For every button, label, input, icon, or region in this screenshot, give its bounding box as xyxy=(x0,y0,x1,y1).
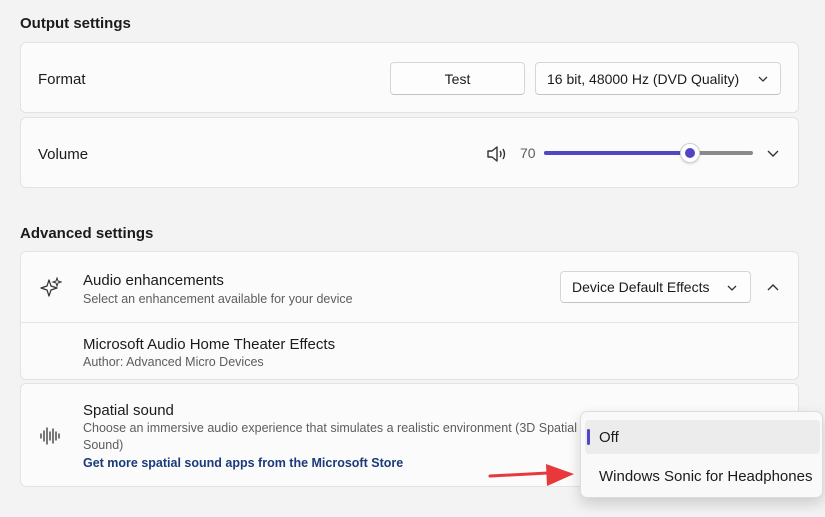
volume-label: Volume xyxy=(38,146,89,163)
test-button-label: Test xyxy=(444,70,471,87)
spatial-sound-desc-line1: Choose an immersive audio experience tha… xyxy=(83,421,577,435)
format-dropdown[interactable]: 16 bit, 48000 Hz (DVD Quality) xyxy=(535,62,781,95)
enhancements-dropdown[interactable]: Device Default Effects xyxy=(560,271,751,303)
spatial-option-windows-sonic-label: Windows Sonic for Headphones xyxy=(599,467,813,485)
audio-enhancements-label: Audio enhancements xyxy=(83,272,224,289)
volume-card: Volume 70 xyxy=(20,117,799,188)
format-label: Format xyxy=(38,71,86,88)
microsoft-store-link[interactable]: Get more spatial sound apps from the Mic… xyxy=(83,456,403,470)
spatial-option-windows-sonic[interactable]: Windows Sonic for Headphones xyxy=(585,459,820,493)
sparkle-icon xyxy=(40,277,62,297)
sound-wave-icon xyxy=(40,427,60,445)
spatial-option-off[interactable]: Off xyxy=(585,420,820,454)
selection-indicator xyxy=(587,429,590,445)
divider xyxy=(21,322,798,323)
volume-value: 70 xyxy=(520,145,536,161)
speaker-icon[interactable] xyxy=(486,144,510,164)
audio-enhancements-sub: Select an enhancement available for your… xyxy=(83,292,353,306)
format-card: Format Test 16 bit, 48000 Hz (DVD Qualit… xyxy=(20,42,799,113)
spatial-sound-menu: Off Windows Sonic for Headphones xyxy=(580,411,823,498)
chevron-down-icon xyxy=(727,285,737,291)
volume-slider-thumb[interactable] xyxy=(680,143,700,163)
advanced-settings-title: Advanced settings xyxy=(20,225,154,242)
chevron-down-icon[interactable] xyxy=(766,147,780,161)
audio-enhancements-card: Audio enhancements Select an enhancement… xyxy=(20,251,799,380)
red-arrow xyxy=(488,464,574,486)
format-dropdown-value: 16 bit, 48000 Hz (DVD Quality) xyxy=(547,70,740,87)
test-button[interactable]: Test xyxy=(390,62,525,95)
chevron-down-icon xyxy=(758,76,768,82)
chevron-up-icon[interactable] xyxy=(766,280,780,294)
volume-slider-fill xyxy=(544,151,690,155)
effects-sub: Author: Advanced Micro Devices xyxy=(83,355,264,369)
spatial-sound-desc-line2: Sound) xyxy=(83,438,124,452)
spatial-option-off-label: Off xyxy=(599,428,619,446)
effects-label: Microsoft Audio Home Theater Effects xyxy=(83,336,336,353)
spatial-sound-label: Spatial sound xyxy=(83,402,174,419)
output-settings-title: Output settings xyxy=(20,15,131,32)
enhancements-dropdown-value: Device Default Effects xyxy=(572,279,710,295)
